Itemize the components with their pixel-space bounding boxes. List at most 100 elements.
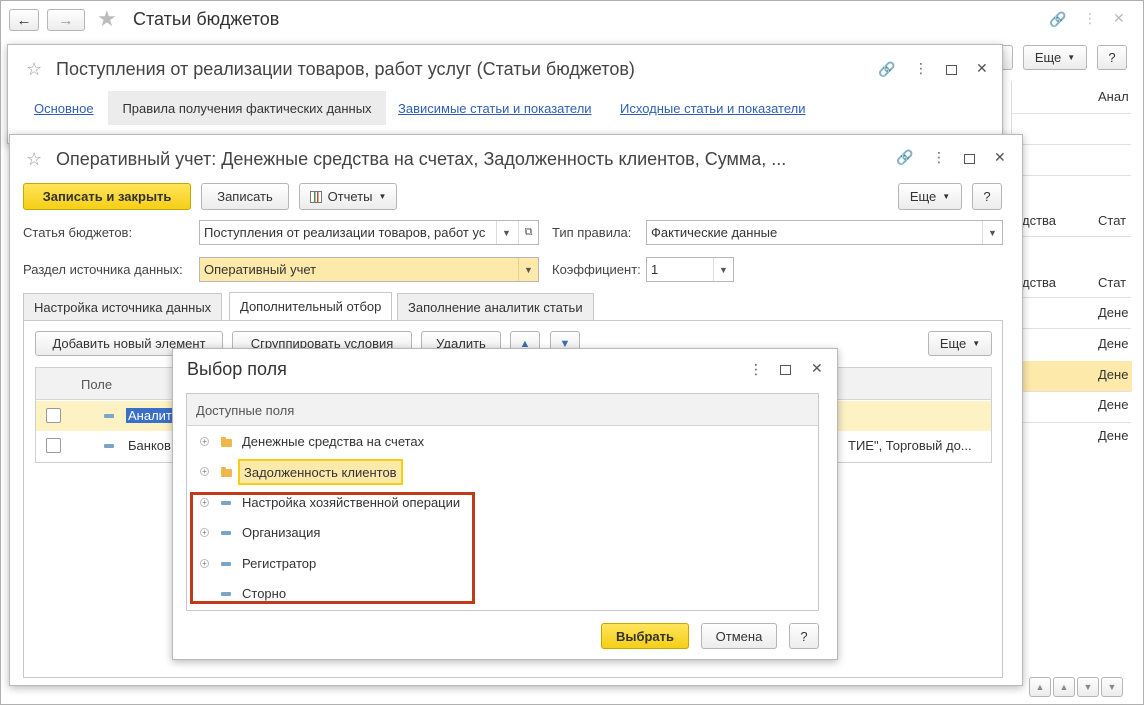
- dropdown-icon[interactable]: ▼: [518, 258, 538, 281]
- scroll-bottom-icon[interactable]: ▼: [1101, 677, 1123, 697]
- save-and-close-button[interactable]: Записать и закрыть: [23, 183, 191, 210]
- reports-icon: [309, 190, 322, 203]
- maximize-icon[interactable]: [780, 365, 791, 375]
- window-title: Оперативный учет: Денежные средства на с…: [56, 149, 787, 169]
- help-button[interactable]: ?: [972, 183, 1002, 210]
- help-button[interactable]: ?: [789, 623, 819, 649]
- close-icon[interactable]: ✕: [1113, 10, 1125, 27]
- source-section-value: Оперативный учет: [204, 262, 317, 277]
- favorite-star-icon[interactable]: ☆: [26, 149, 42, 170]
- chevron-down-icon: ▼: [972, 339, 981, 348]
- dropdown-icon[interactable]: ▼: [713, 258, 733, 281]
- main-more-button[interactable]: Еще ▼: [1023, 45, 1087, 70]
- coefficient-field[interactable]: 1 ▼: [646, 257, 734, 282]
- reports-label: Отчеты: [327, 189, 373, 204]
- forward-button[interactable]: →: [47, 9, 85, 31]
- tab-dependent-items[interactable]: Зависимые статьи и показатели: [398, 101, 592, 116]
- chevron-down-icon: ▼: [378, 192, 387, 201]
- tree-item[interactable]: + Денежные средства на счетах: [187, 427, 818, 457]
- more-label: Еще: [909, 189, 937, 204]
- row-divider: [1011, 422, 1131, 423]
- cancel-button[interactable]: Отмена: [701, 623, 777, 649]
- folder-icon: [221, 437, 232, 447]
- filter-more-button[interactable]: Еще ▼: [928, 331, 992, 356]
- expand-icon[interactable]: +: [200, 467, 209, 476]
- link-icon[interactable]: 🔗: [878, 61, 895, 78]
- save-button[interactable]: Записать: [201, 183, 289, 210]
- tab-main[interactable]: Основное: [34, 101, 94, 116]
- budget-item-window: ☆ Поступления от реализации товаров, раб…: [7, 44, 1003, 144]
- main-help-button[interactable]: ?: [1097, 45, 1127, 70]
- row-checkbox[interactable]: [46, 408, 61, 423]
- budget-item-value: Поступления от реализации товаров, работ…: [204, 225, 486, 240]
- row-checkbox[interactable]: [46, 438, 61, 453]
- field-icon: [104, 444, 114, 448]
- scroll-up-icon[interactable]: ▲: [1053, 677, 1075, 697]
- row-divider: [1011, 144, 1131, 145]
- table-cell: Дене: [1098, 397, 1129, 412]
- dialog-title: Выбор поля: [187, 359, 287, 379]
- table-cell: Дене: [1098, 428, 1129, 443]
- table-cell: Стат: [1098, 213, 1127, 228]
- source-section-field[interactable]: Оперативный учет ▼: [199, 257, 539, 282]
- menu-dots-icon[interactable]: ⋮: [914, 60, 928, 77]
- tab-label: Правила получения фактических данных: [122, 100, 372, 116]
- tab-additional-filter[interactable]: Дополнительный отбор: [229, 292, 393, 320]
- budget-item-label: Статья бюджетов:: [23, 225, 133, 240]
- more-label: Еще: [939, 336, 967, 351]
- link-icon[interactable]: 🔗: [1049, 11, 1066, 28]
- scroll-down-icon[interactable]: ▼: [1077, 677, 1099, 697]
- chevron-down-icon: ▼: [942, 192, 951, 201]
- dropdown-icon[interactable]: ▼: [982, 221, 1002, 244]
- highlight-box: [190, 492, 475, 604]
- field-selection-dialog: Выбор поля ⋮ ✕ Доступные поля + Денежные…: [172, 348, 838, 660]
- maximize-icon[interactable]: [964, 154, 975, 164]
- menu-dots-icon[interactable]: ⋮: [932, 149, 946, 166]
- row-divider: [1011, 328, 1131, 329]
- main-table-column: Анал дства Стат дства Стат Дене Дене Ден…: [1011, 81, 1132, 671]
- table-cell: Стат: [1098, 275, 1127, 290]
- tree-item[interactable]: + Задолженность клиентов: [187, 457, 818, 487]
- more-button[interactable]: Еще ▼: [898, 183, 962, 210]
- maximize-icon[interactable]: [946, 65, 957, 75]
- coefficient-value: 1: [651, 262, 659, 277]
- scroll-top-icon[interactable]: ▲: [1029, 677, 1051, 697]
- select-button[interactable]: Выбрать: [601, 623, 689, 649]
- fields-tree: Доступные поля + Денежные средства на сч…: [186, 393, 819, 611]
- close-icon[interactable]: ✕: [976, 60, 988, 77]
- menu-dots-icon[interactable]: ⋮: [749, 361, 763, 378]
- table-cell: Анал: [1098, 89, 1129, 104]
- open-icon[interactable]: ⧉: [518, 221, 538, 244]
- dropdown-icon[interactable]: ▼: [496, 221, 516, 244]
- chevron-down-icon: ▼: [1067, 53, 1076, 62]
- window-title: Поступления от реализации товаров, работ…: [56, 59, 635, 79]
- table-cell: дства: [1022, 213, 1057, 228]
- menu-dots-icon[interactable]: ⋮: [1083, 10, 1097, 27]
- tab-source-settings[interactable]: Настройка источника данных: [23, 293, 223, 320]
- row-field: Аналит: [126, 408, 174, 423]
- back-button[interactable]: ←: [9, 9, 39, 31]
- row-divider: [1011, 175, 1131, 176]
- tab-analytics-fill[interactable]: Заполнение аналитик статьи: [397, 293, 594, 320]
- page-title: Статьи бюджетов: [133, 9, 280, 29]
- tree-item-label: Денежные средства на счетах: [242, 434, 425, 449]
- row-divider: [1011, 236, 1131, 237]
- budget-item-field[interactable]: Поступления от реализации товаров, работ…: [199, 220, 539, 245]
- column-header-field: Поле: [81, 377, 113, 392]
- tab-actual-data-rules[interactable]: Правила получения фактических данных: [108, 91, 386, 125]
- main-more-label: Еще: [1034, 50, 1062, 65]
- close-icon[interactable]: ✕: [811, 360, 823, 377]
- close-icon[interactable]: ✕: [994, 149, 1006, 166]
- table-cell: Дене: [1098, 336, 1129, 351]
- table-cell: Дене: [1098, 367, 1129, 382]
- rule-type-field[interactable]: Фактические данные ▼: [646, 220, 1003, 245]
- link-icon[interactable]: 🔗: [896, 149, 913, 166]
- row-divider: [1011, 113, 1131, 114]
- favorite-star-icon[interactable]: ☆: [26, 59, 42, 80]
- expand-icon[interactable]: +: [200, 437, 209, 446]
- tab-source-items[interactable]: Исходные статьи и показатели: [620, 101, 806, 116]
- favorite-star-icon[interactable]: ★: [97, 6, 117, 32]
- tree-item-label-selected: Задолженность клиентов: [238, 459, 403, 485]
- reports-button[interactable]: Отчеты ▼: [299, 183, 397, 210]
- field-icon: [104, 414, 114, 418]
